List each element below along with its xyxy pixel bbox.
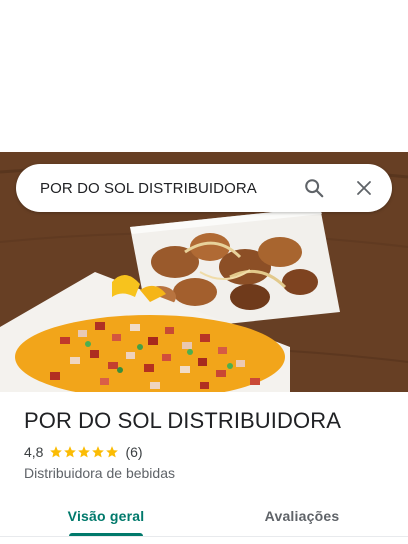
- tabs-divider: [0, 536, 408, 537]
- tab-reviews[interactable]: Avaliações: [256, 496, 348, 536]
- close-icon[interactable]: [340, 164, 388, 212]
- rating-stars: [49, 445, 119, 459]
- search-bar[interactable]: POR DO SOL DISTRIBUIDORA: [16, 164, 392, 212]
- search-input[interactable]: POR DO SOL DISTRIBUIDORA: [40, 180, 290, 197]
- search-icon[interactable]: [290, 164, 338, 212]
- star-icon: [106, 446, 119, 458]
- review-count: (6): [125, 444, 143, 460]
- star-icon: [78, 446, 91, 458]
- rating-value: 4,8: [24, 444, 44, 460]
- star-icon: [50, 446, 63, 458]
- place-category: Distribuidora de bebidas: [24, 465, 175, 481]
- place-title: POR DO SOL DISTRIBUIDORA: [24, 408, 341, 433]
- rating-row[interactable]: 4,8 (6): [24, 444, 143, 460]
- tab-overview[interactable]: Visão geral: [60, 496, 152, 536]
- star-icon: [64, 446, 77, 458]
- place-tabs: Visão geral Avaliações: [0, 496, 408, 536]
- map-blank-area: [0, 0, 408, 152]
- star-icon: [92, 446, 105, 458]
